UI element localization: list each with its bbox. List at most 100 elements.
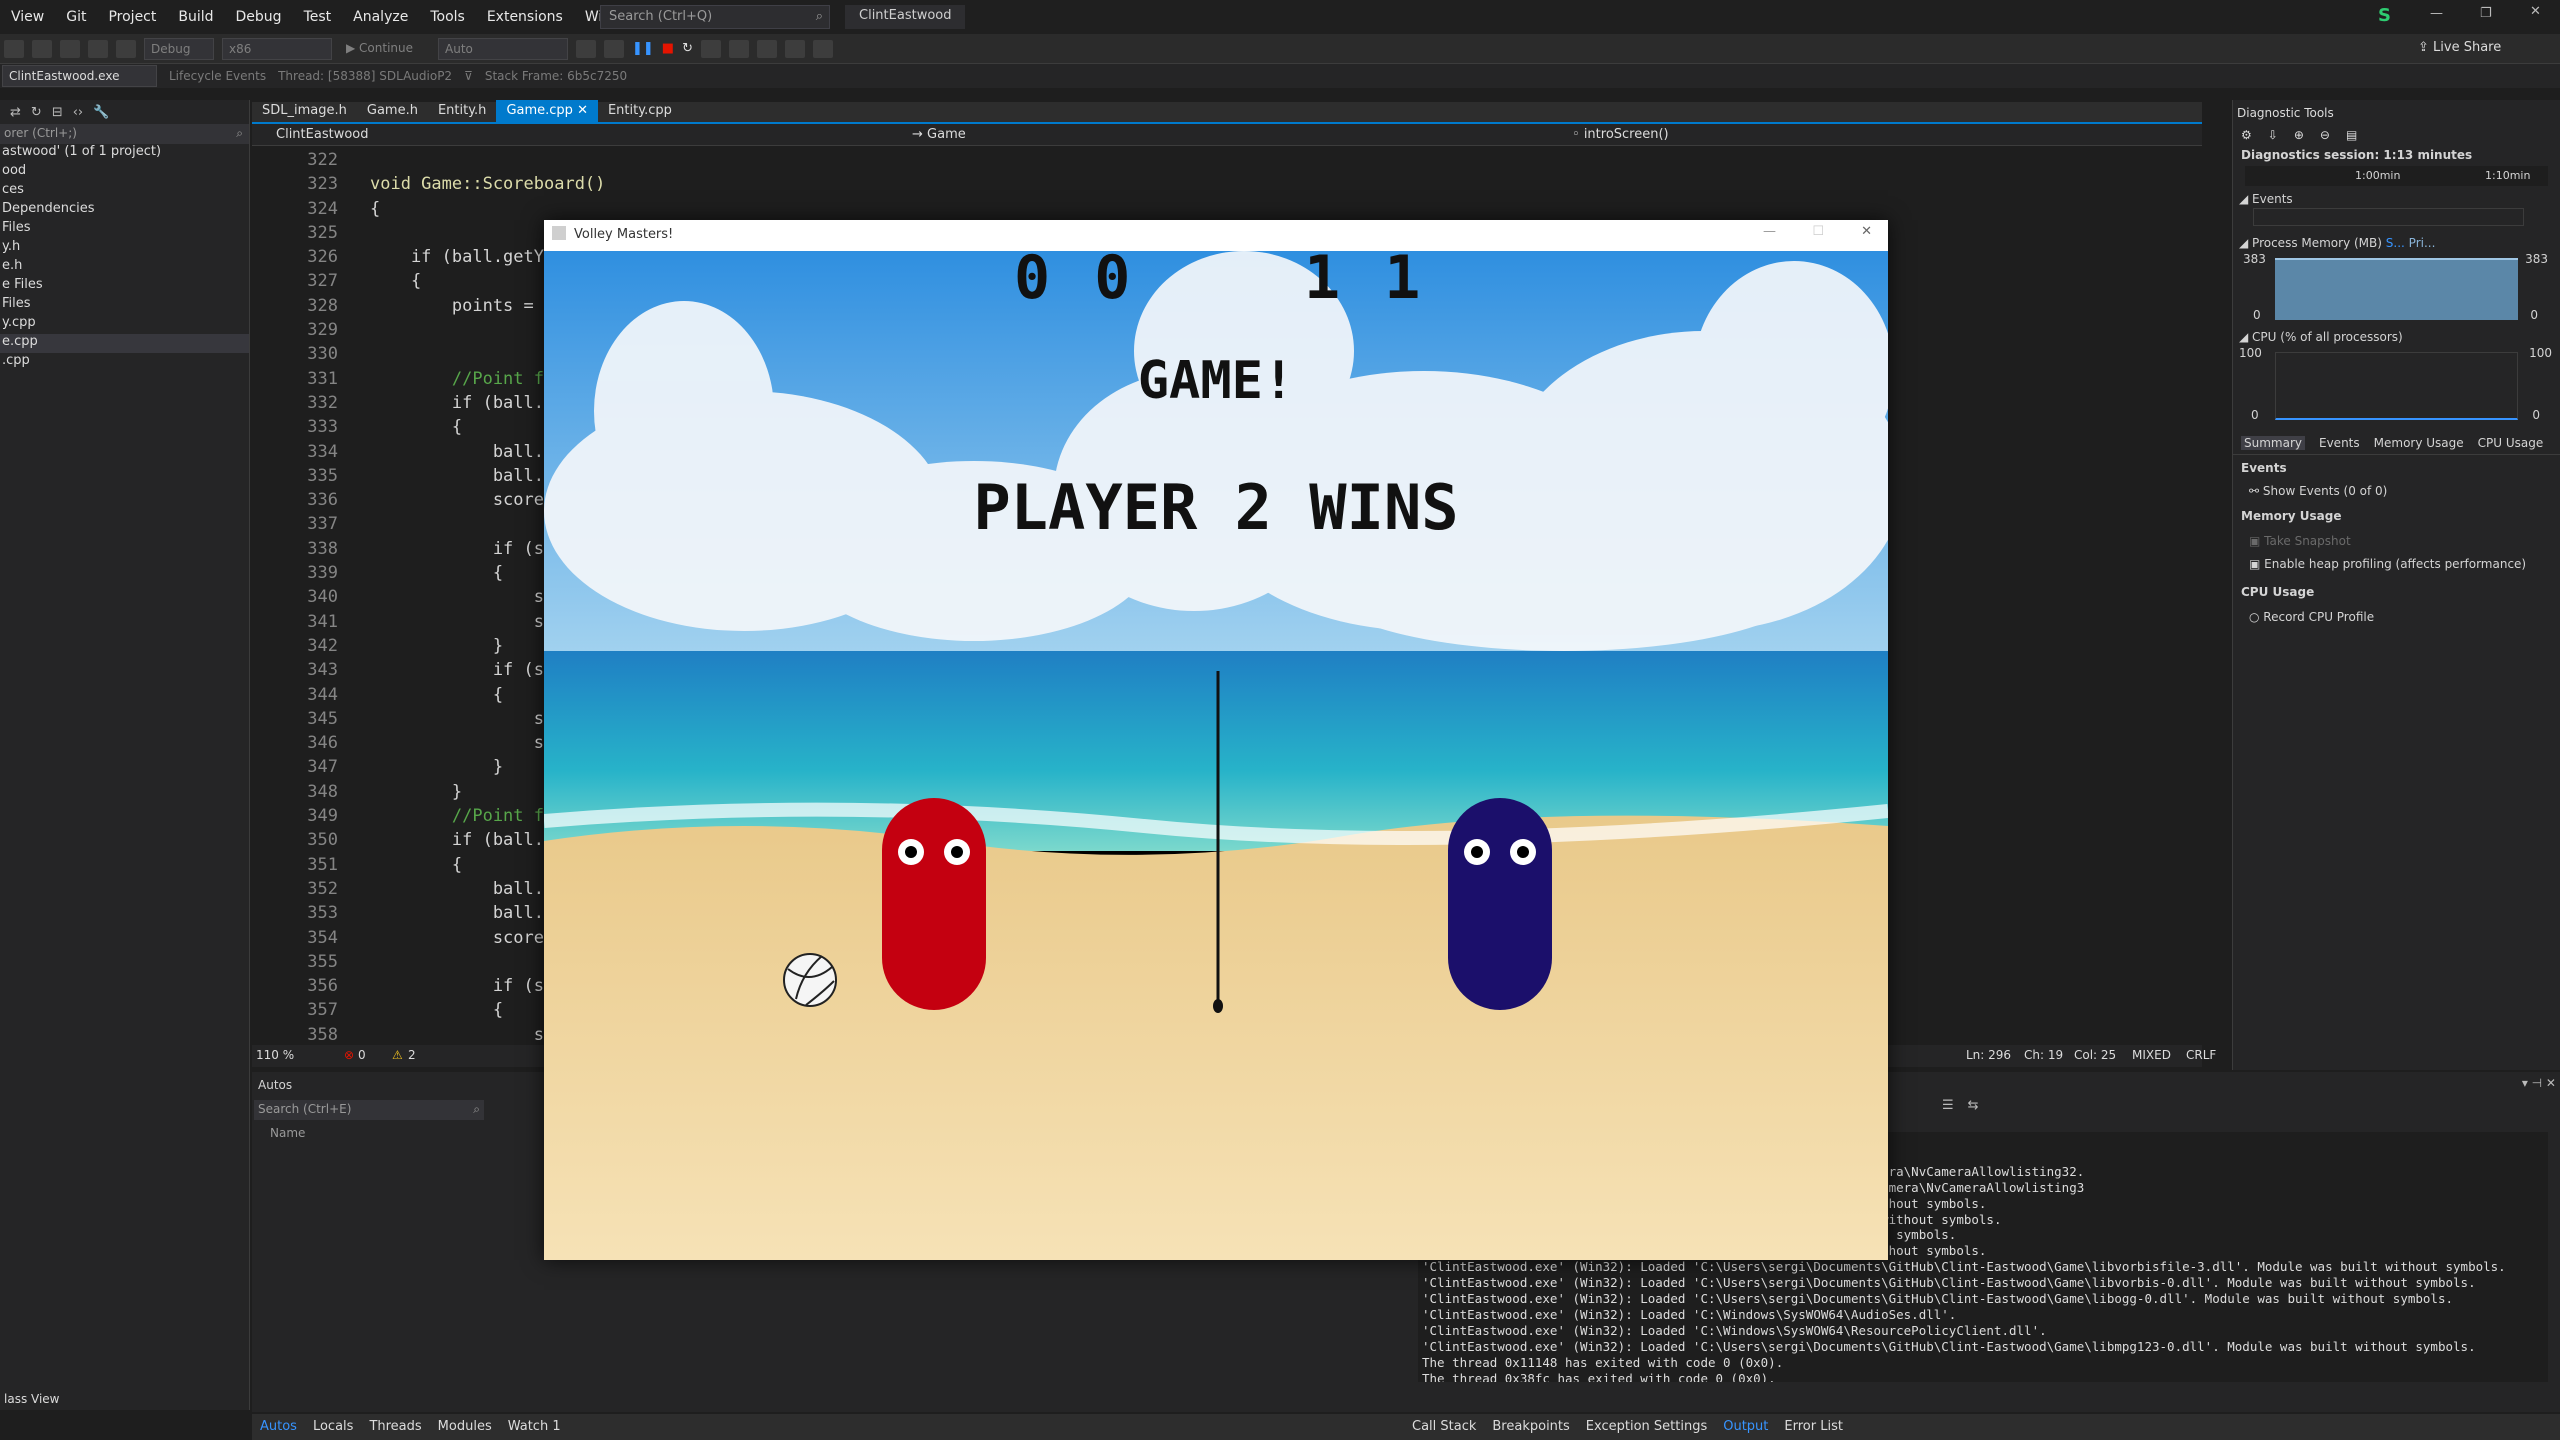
solution-item[interactable]: ood [0, 163, 249, 182]
bottom-tab-autos[interactable]: Autos [252, 1414, 305, 1440]
export-icon[interactable]: ⇩ [2268, 128, 2278, 142]
continue-button[interactable]: ▶ Continue [340, 38, 430, 60]
solution-item[interactable]: astwood' (1 of 1 project) [0, 144, 249, 163]
menu-analyze[interactable]: Analyze [342, 9, 419, 25]
zoom-out-icon[interactable]: ⊖ [2320, 128, 2330, 142]
tab-entity-cpp[interactable]: Entity.cpp [598, 100, 682, 122]
thread-select[interactable]: Thread: [58388] SDLAudioP2 [278, 69, 452, 83]
autos-search[interactable]: Search (Ctrl+E) ⌕ [254, 1100, 484, 1120]
refresh-icon[interactable]: ↻ [31, 105, 42, 120]
game-close-icon[interactable]: ✕ [1861, 224, 1872, 239]
show-events-link[interactable]: ⚯ Show Events (0 of 0) [2233, 481, 2560, 501]
reset-icon[interactable]: ▤ [2346, 128, 2357, 142]
solution-item[interactable]: y.h [0, 239, 249, 258]
config-select[interactable]: Debug [144, 37, 214, 60]
bottom-tab-exception-settings[interactable]: Exception Settings [1578, 1414, 1715, 1439]
zoom-level[interactable]: 110 % [256, 1048, 294, 1062]
close-icon[interactable]: ✕ [2530, 4, 2541, 19]
bottom-tab-error-list[interactable]: Error List [1776, 1414, 1851, 1439]
class-view-tab[interactable]: lass View [0, 1388, 63, 1410]
game-canvas[interactable]: 0 0 1 1 GAME! PLAYER 2 WINS [544, 251, 1888, 1260]
code-line[interactable]: void Game::Scoreboard() [370, 172, 2170, 196]
diag-tab-summary[interactable]: Summary [2241, 436, 2305, 450]
solution-item[interactable]: e.cpp [0, 334, 249, 353]
nav-member[interactable]: ◦ introScreen() [1572, 127, 1669, 142]
screenshot-icon[interactable] [604, 39, 624, 58]
menu-extensions[interactable]: Extensions [476, 9, 574, 25]
error-count[interactable]: 0 [358, 1048, 366, 1062]
tab-entity-h[interactable]: Entity.h [428, 100, 496, 122]
filter-icon[interactable]: ⊽ [464, 69, 473, 83]
menu-tools[interactable]: Tools [419, 9, 476, 25]
nav-scope[interactable]: → Game [912, 127, 966, 142]
settings-icon[interactable]: ⚙ [2241, 128, 2252, 142]
step-over-icon[interactable] [729, 39, 749, 58]
tab-game-h[interactable]: Game.h [357, 100, 428, 122]
memory-header[interactable]: ◢ Process Memory (MB) S... Pri... [2233, 226, 2560, 252]
bottom-tab-call-stack[interactable]: Call Stack [1404, 1414, 1484, 1439]
solution-item[interactable]: .cpp [0, 353, 249, 372]
bottom-tab-output[interactable]: Output [1715, 1414, 1776, 1439]
warning-count[interactable]: 2 [408, 1048, 416, 1062]
code-line[interactable] [370, 148, 2170, 172]
bottom-tab-watch-1[interactable]: Watch 1 [500, 1414, 569, 1440]
platform-select[interactable]: x86 [222, 37, 332, 60]
new-file-icon[interactable] [4, 39, 24, 58]
tab-sdl-image-h[interactable]: SDL_image.h [252, 100, 357, 122]
timeline[interactable]: 1:00min 1:10min [2245, 166, 2548, 186]
save-all-icon[interactable] [60, 39, 80, 58]
stop-icon[interactable]: ■ [662, 41, 674, 56]
sync-icon[interactable]: ⇄ [10, 105, 21, 120]
pause-icon[interactable]: ❚❚ [632, 41, 654, 56]
code-icon[interactable]: ‹› [73, 105, 83, 120]
menu-project[interactable]: Project [97, 9, 167, 25]
wrap-icon[interactable]: ⇆ [1968, 1098, 1979, 1113]
diag-tab-memory-usage[interactable]: Memory Usage [2374, 436, 2464, 450]
solution-item[interactable]: Files [0, 220, 249, 239]
record-cpu-button[interactable]: ○ Record CPU Profile [2233, 607, 2560, 627]
solution-item[interactable]: e.h [0, 258, 249, 277]
solution-search[interactable]: orer (Ctrl+;) ⌕ [0, 124, 249, 144]
solution-item[interactable]: y.cpp [0, 315, 249, 334]
search-input[interactable]: Search (Ctrl+Q) ⌕ [600, 5, 830, 29]
minimize-icon[interactable]: — [2430, 6, 2443, 21]
redo-icon[interactable] [116, 39, 136, 58]
take-snapshot-button[interactable]: ▣ Take Snapshot [2233, 531, 2560, 551]
menu-view[interactable]: View [0, 9, 55, 25]
code-line[interactable]: { [370, 197, 2170, 221]
solution-item[interactable]: Dependencies [0, 201, 249, 220]
bottom-tab-locals[interactable]: Locals [305, 1414, 361, 1440]
nav-project[interactable]: ClintEastwood [276, 127, 368, 142]
events-header[interactable]: ◢ Events [2233, 186, 2560, 208]
live-share-button[interactable]: ⇪ Live Share [2418, 40, 2501, 55]
tab-close-icon[interactable]: ✕ [573, 103, 588, 118]
output-close-icon[interactable]: ▾ ⊣ ✕ [2522, 1076, 2556, 1090]
diag-tab-events[interactable]: Events [2319, 436, 2360, 450]
stack-frame-select[interactable]: Stack Frame: 6b5c7250 [485, 69, 627, 83]
process-select[interactable]: ClintEastwood.exe [2, 65, 157, 87]
solution-item[interactable]: e Files [0, 277, 249, 296]
auto-select[interactable]: Auto [438, 37, 568, 60]
game-maximize-icon[interactable]: ☐ [1812, 224, 1824, 239]
clear-icon[interactable]: ☰ [1942, 1098, 1954, 1113]
game-window[interactable]: Volley Masters! — ☐ ✕ 0 0 1 1 GAME! PLAY… [544, 220, 1888, 1260]
restart-icon[interactable]: ↻ [682, 41, 693, 56]
wrench-icon[interactable]: 🔧 [93, 105, 109, 120]
bottom-tab-modules[interactable]: Modules [430, 1414, 500, 1440]
menu-build[interactable]: Build [167, 9, 224, 25]
game-minimize-icon[interactable]: — [1763, 224, 1776, 239]
menu-debug[interactable]: Debug [225, 9, 293, 25]
folder-icon[interactable] [576, 39, 596, 58]
save-icon[interactable] [32, 39, 52, 58]
heap-profiling-checkbox[interactable]: ▣ Enable heap profiling (affects perform… [2233, 551, 2560, 577]
solution-item[interactable]: ces [0, 182, 249, 201]
tab-game-cpp[interactable]: Game.cpp ✕ [496, 100, 598, 122]
menu-git[interactable]: Git [55, 9, 97, 25]
lifecycle-events[interactable]: Lifecycle Events [169, 69, 266, 83]
bottom-tab-breakpoints[interactable]: Breakpoints [1484, 1414, 1577, 1439]
menu-test[interactable]: Test [293, 9, 343, 25]
step-out-icon[interactable] [757, 39, 777, 58]
collapse-icon[interactable]: ⊟ [52, 105, 63, 120]
hex-icon[interactable] [785, 39, 805, 58]
cpu-header[interactable]: ◢ CPU (% of all processors) [2233, 324, 2560, 346]
